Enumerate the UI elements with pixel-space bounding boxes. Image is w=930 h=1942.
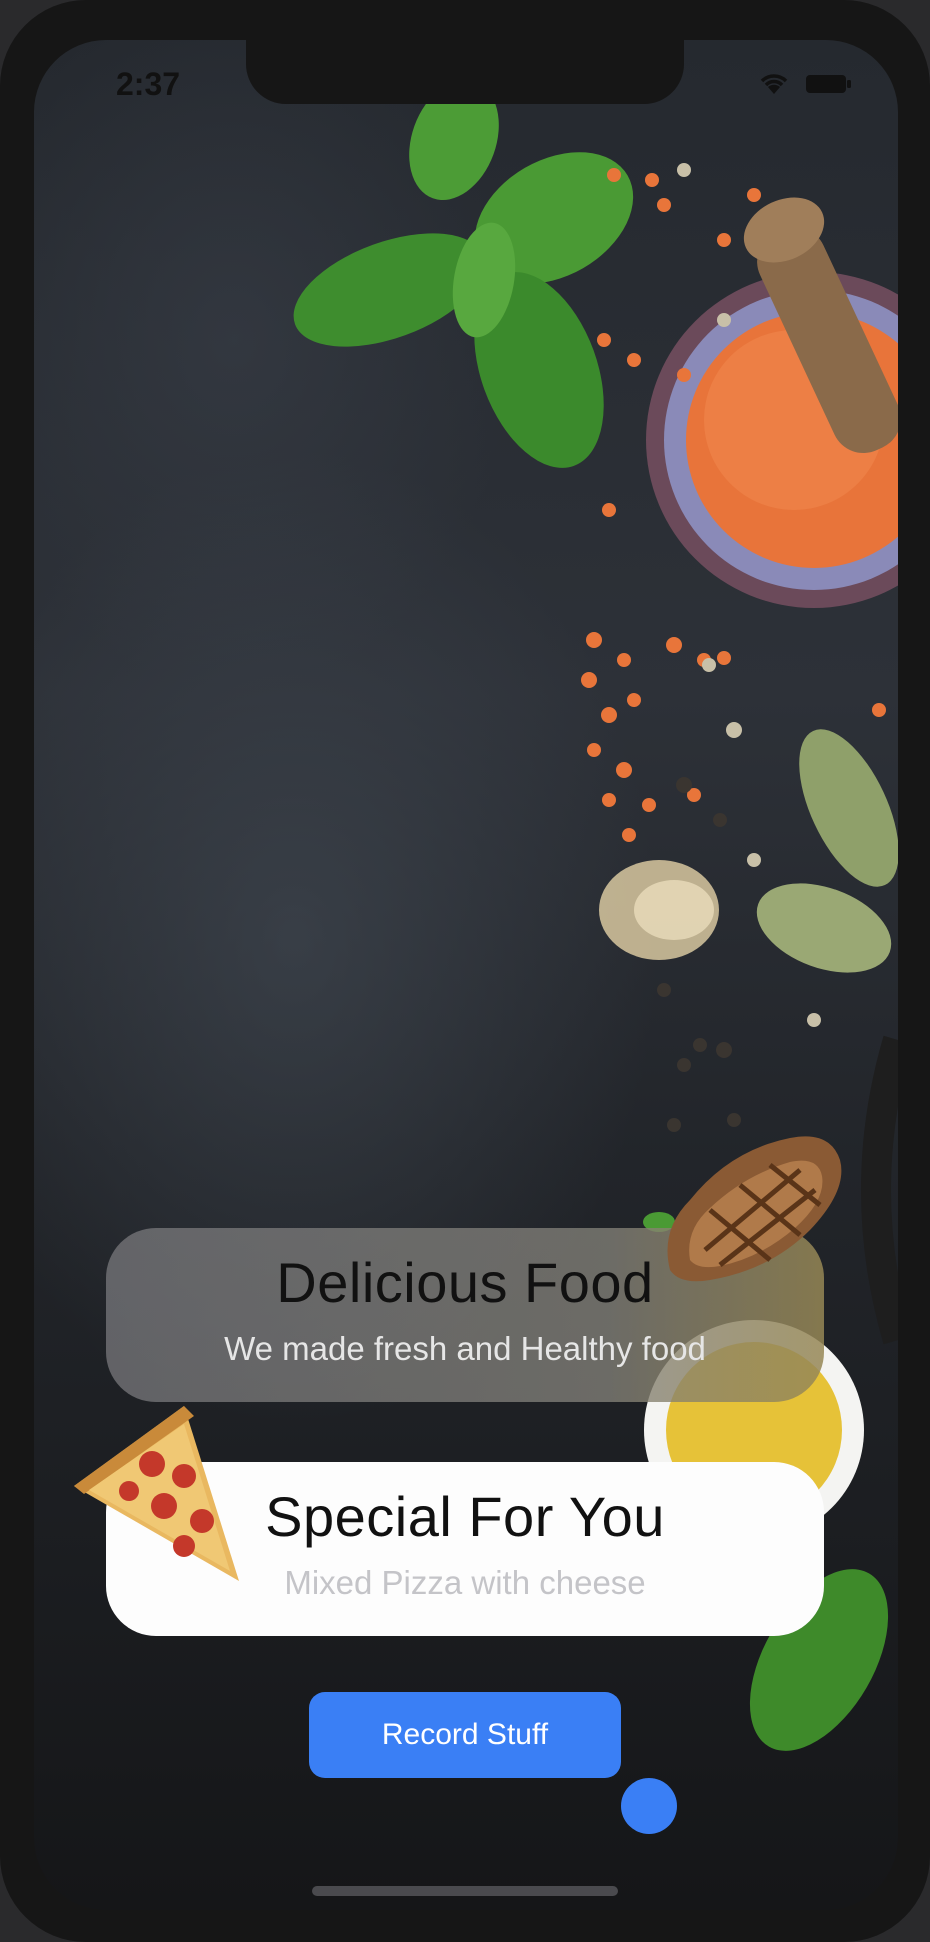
notch <box>246 40 684 104</box>
wifi-icon <box>760 74 788 94</box>
status-time: 2:37 <box>116 66 181 102</box>
phone-frame: Delicious Food We made fresh and Healthy… <box>0 0 930 1942</box>
status-icons <box>758 72 852 96</box>
pizza-slice-image <box>74 1406 239 1581</box>
steak-image <box>667 1136 842 1282</box>
home-indicator[interactable] <box>312 1886 618 1896</box>
card-subtitle: We made fresh and Healthy food <box>224 1330 706 1367</box>
app-screen: Delicious Food We made fresh and Healthy… <box>34 40 898 1910</box>
record-stuff-button[interactable]: Record Stuff <box>309 1692 621 1778</box>
battery-icon <box>806 75 851 93</box>
floating-action-button[interactable] <box>621 1778 677 1834</box>
